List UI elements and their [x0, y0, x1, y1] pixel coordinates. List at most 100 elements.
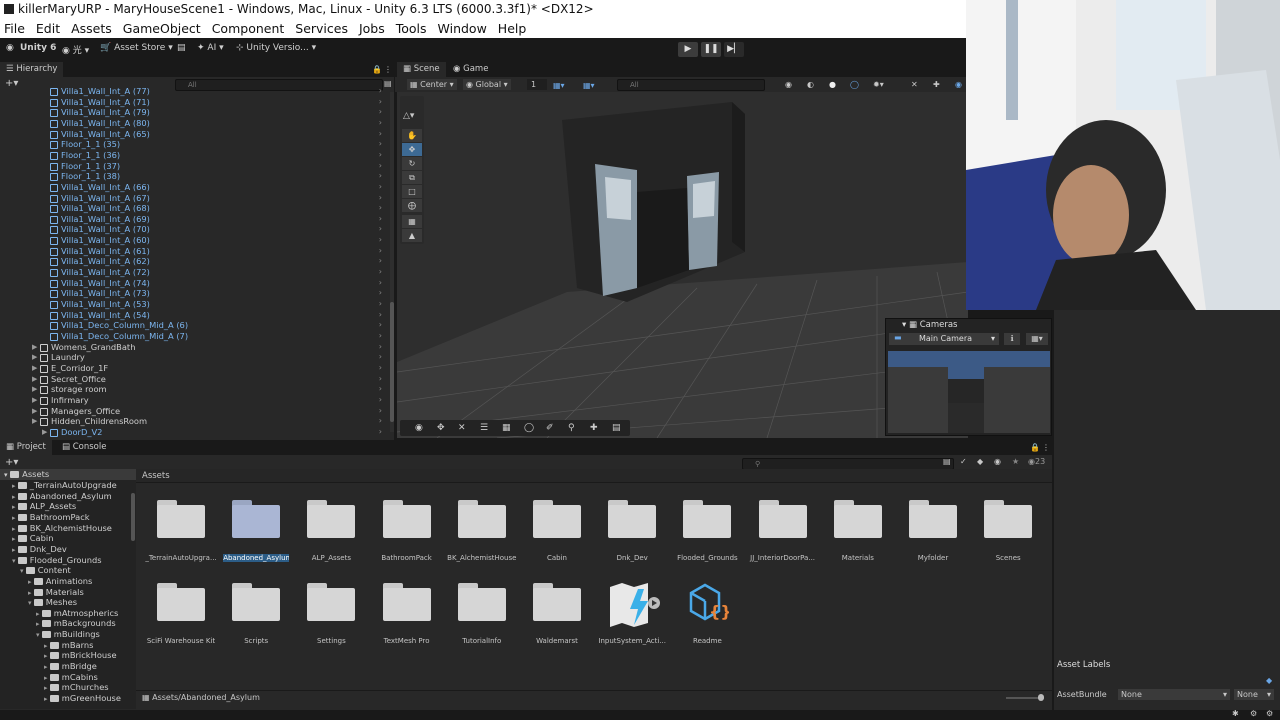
- hierarchy-item[interactable]: ▶ Secret_Office ›: [0, 374, 392, 385]
- tree-expand-icon[interactable]: ▸: [36, 620, 42, 628]
- assetbundle-dropdown[interactable]: None ▾: [1118, 689, 1230, 700]
- align-icon[interactable]: ☰: [480, 420, 488, 436]
- hierarchy-item[interactable]: ▶ Hidden_ChildrensRoom ›: [0, 416, 392, 427]
- pivot-rotation-dropdown[interactable]: ◉ Global ▾: [463, 79, 511, 90]
- tree-expand-icon[interactable]: ▸: [44, 652, 50, 660]
- tree-expand-icon[interactable]: ▸: [12, 514, 18, 522]
- hierarchy-item[interactable]: ▶ Womens_GrandBath ›: [0, 342, 392, 353]
- prefab-open-icon[interactable]: ›: [379, 395, 382, 406]
- asset-item[interactable]: {} Readme: [667, 567, 747, 645]
- asset-item[interactable]: SciFi Warehouse Kit: [141, 567, 221, 645]
- asset-item[interactable]: BathroomPack: [367, 484, 447, 562]
- tree-expand-icon[interactable]: ▸: [12, 546, 18, 554]
- tree-expand-icon[interactable]: ▸: [44, 642, 50, 650]
- prefab-open-icon[interactable]: ›: [379, 299, 382, 310]
- prefab-open-icon[interactable]: ›: [379, 288, 382, 299]
- asset-item[interactable]: ALP_Assets: [291, 484, 371, 562]
- expand-arrow-icon[interactable]: ▶: [32, 363, 37, 374]
- hierarchy-item[interactable]: Villa1_Wall_Int_A (61) ›: [0, 246, 392, 257]
- hierarchy-item[interactable]: Villa1_Wall_Int_A (67) ›: [0, 193, 392, 204]
- filter-info-icon[interactable]: ◉: [994, 457, 1001, 466]
- label-tag-icon[interactable]: ◆: [1266, 676, 1272, 685]
- prefab-open-icon[interactable]: ›: [379, 88, 382, 97]
- hierarchy-item[interactable]: ▶ Laundry ›: [0, 352, 392, 363]
- hierarchy-item[interactable]: ▶ DoorD_V2 ›: [0, 427, 392, 438]
- tab-console[interactable]: ▤ Console: [56, 440, 112, 455]
- asset-item[interactable]: TextMesh Pro: [367, 567, 447, 645]
- expand-arrow-icon[interactable]: ▶: [32, 406, 37, 417]
- filter-tag-icon[interactable]: ◆: [977, 457, 983, 466]
- asset-item[interactable]: Materials: [818, 484, 898, 562]
- hierarchy-item[interactable]: Villa1_Wall_Int_A (71) ›: [0, 97, 392, 108]
- draw-mode-icon[interactable]: ◉: [785, 77, 792, 92]
- editor-tool-icon[interactable]: ▲: [402, 229, 422, 242]
- tree-folder-item[interactable]: ▸ _TerrainAutoUpgrade: [12, 480, 117, 490]
- snap-icon[interactable]: ✕: [458, 420, 466, 436]
- tree-expand-icon[interactable]: ▸: [12, 535, 18, 543]
- prefab-open-icon[interactable]: ›: [379, 235, 382, 246]
- assetbundle-variant-dropdown[interactable]: None ▾: [1234, 689, 1274, 700]
- asset-item[interactable]: Scripts: [216, 567, 296, 645]
- scene-lighting-icon[interactable]: ◯: [850, 77, 859, 92]
- kebab-menu-icon[interactable]: ⋮: [384, 62, 392, 77]
- paint-icon[interactable]: ✐: [546, 420, 554, 436]
- breadcrumb-assets[interactable]: Assets: [142, 471, 170, 481]
- menu-jobs[interactable]: Jobs: [359, 21, 385, 36]
- tree-root-row[interactable]: ▾ Assets: [0, 469, 136, 480]
- debug-icon[interactable]: ⚙: [1266, 709, 1273, 718]
- tree-expand-icon[interactable]: ▾: [12, 557, 18, 565]
- prefab-open-icon[interactable]: ›: [379, 139, 382, 150]
- tree-folder-item[interactable]: ▸ mAtmospherics: [36, 608, 118, 618]
- pause-button[interactable]: ❚❚: [701, 42, 721, 57]
- grid-icon[interactable]: ▦: [502, 420, 511, 436]
- prefab-open-icon[interactable]: ›: [379, 427, 382, 438]
- unity-version-label[interactable]: Unity 6: [20, 43, 56, 53]
- hierarchy-item[interactable]: Villa1_Wall_Int_A (66) ›: [0, 182, 392, 193]
- menu-file[interactable]: File: [4, 21, 25, 36]
- menu-assets[interactable]: Assets: [71, 21, 112, 36]
- custom-tool-icon[interactable]: ▦: [402, 215, 422, 228]
- asset-item[interactable]: Myfolder: [893, 484, 973, 562]
- hierarchy-scroll-thumb[interactable]: [390, 302, 394, 422]
- expand-arrow-icon[interactable]: ▶: [32, 374, 37, 385]
- menu-tools[interactable]: Tools: [396, 21, 427, 36]
- asset-store-button[interactable]: 🛒 Asset Store ▾: [100, 43, 173, 53]
- tree-folder-item[interactable]: ▸ Animations: [28, 576, 92, 586]
- asset-item[interactable]: Dnk_Dev: [592, 484, 672, 562]
- hierarchy-item[interactable]: Floor_1_1 (38) ›: [0, 171, 392, 182]
- tree-folder-item[interactable]: ▸ BK_AlchemistHouse: [12, 523, 112, 533]
- lit-sphere-icon[interactable]: ●: [829, 77, 836, 92]
- prefab-open-icon[interactable]: ›: [379, 320, 382, 331]
- menu-window[interactable]: Window: [438, 21, 487, 36]
- asset-item[interactable]: Settings: [291, 567, 371, 645]
- asset-item[interactable]: TutorialInfo: [442, 567, 522, 645]
- rotate-icon[interactable]: ◯: [524, 420, 534, 436]
- snap-increment-field[interactable]: 1: [527, 79, 547, 90]
- tree-scroll-thumb[interactable]: [131, 493, 135, 541]
- scene-viewport[interactable]: [397, 92, 968, 438]
- expand-arrow-icon[interactable]: ▶: [32, 416, 37, 427]
- hierarchy-item[interactable]: Villa1_Wall_Int_A (77) ›: [0, 88, 392, 97]
- expand-arrow-icon[interactable]: ▶: [42, 427, 47, 438]
- asset-item[interactable]: Cabin: [517, 484, 597, 562]
- prefab-open-icon[interactable]: ›: [379, 278, 382, 289]
- menu-gameobject[interactable]: GameObject: [123, 21, 201, 36]
- asset-item[interactable]: Abandoned_Asylum: [216, 484, 296, 562]
- view-tool-icon[interactable]: ◉: [415, 420, 423, 436]
- tree-expand-icon[interactable]: ▸: [44, 695, 50, 703]
- hand-tool-icon[interactable]: ✋: [402, 129, 422, 142]
- tree-expand-icon[interactable]: ▸: [12, 482, 18, 490]
- prefab-open-icon[interactable]: ›: [379, 150, 382, 161]
- tree-folder-item[interactable]: ▾ mBuildings: [36, 629, 100, 639]
- tree-expand-icon[interactable]: ▸: [12, 525, 18, 533]
- tree-expand-icon[interactable]: ▸: [44, 663, 50, 671]
- hierarchy-item[interactable]: Villa1_Wall_Int_A (53) ›: [0, 299, 392, 310]
- prefab-open-icon[interactable]: ›: [379, 224, 382, 235]
- hierarchy-item[interactable]: ▶ E_Corridor_1F ›: [0, 363, 392, 374]
- pivot-mode-dropdown[interactable]: ▦ Center ▾: [407, 79, 457, 90]
- hierarchy-item[interactable]: Floor_1_1 (37) ›: [0, 161, 392, 172]
- play-button[interactable]: ▶: [678, 42, 698, 57]
- transform-tool-icon[interactable]: ⨁: [402, 199, 422, 212]
- prefab-open-icon[interactable]: ›: [379, 203, 382, 214]
- tab-scene[interactable]: ▦ Scene: [397, 62, 446, 77]
